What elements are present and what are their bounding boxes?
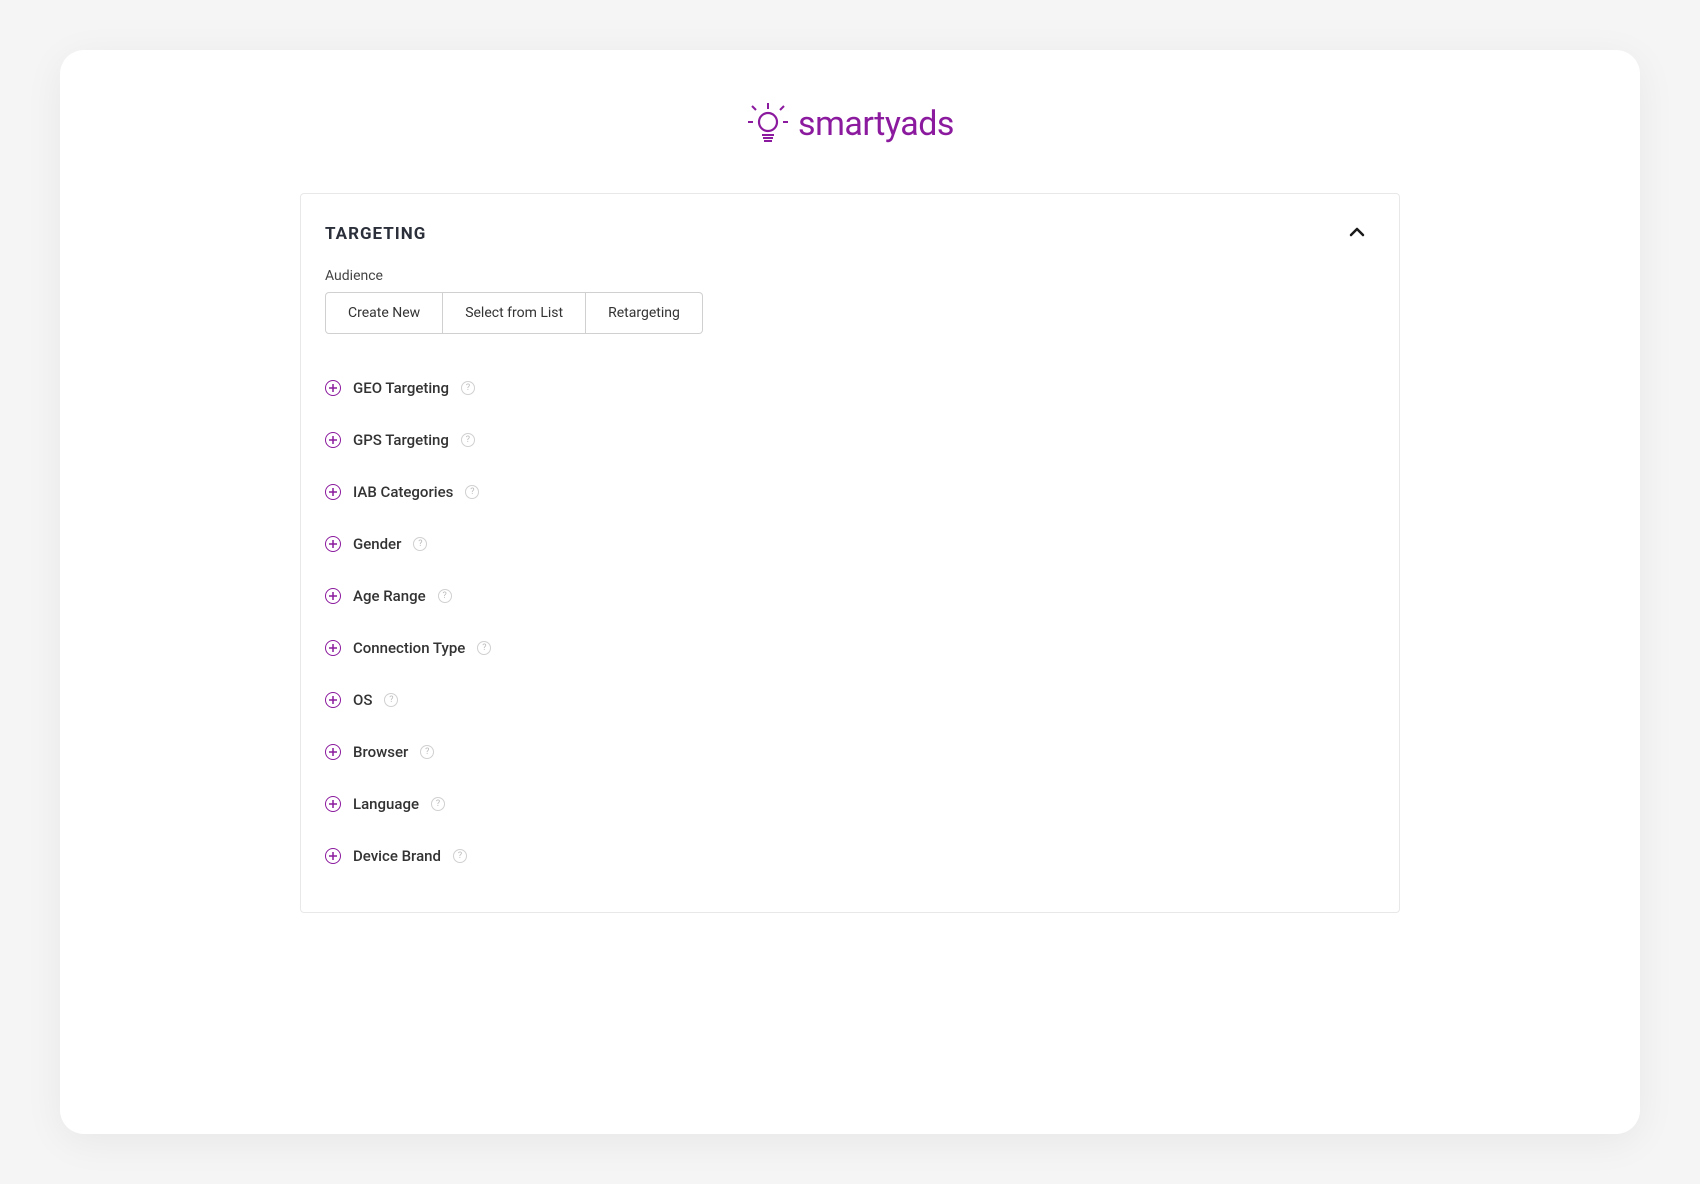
help-icon[interactable] <box>413 537 427 551</box>
help-icon[interactable] <box>420 745 434 759</box>
logo: smartyads <box>746 100 954 148</box>
plus-circle-icon <box>325 432 341 448</box>
help-icon[interactable] <box>461 433 475 447</box>
targeting-item-iab[interactable]: IAB Categories <box>325 466 1375 518</box>
plus-circle-icon <box>325 380 341 396</box>
targeting-label: Browser <box>353 743 408 761</box>
targeting-label: Device Brand <box>353 847 441 865</box>
targeting-item-geo[interactable]: GEO Targeting <box>325 362 1375 414</box>
targeting-item-connection[interactable]: Connection Type <box>325 622 1375 674</box>
targeting-item-os[interactable]: OS <box>325 674 1375 726</box>
help-icon[interactable] <box>431 797 445 811</box>
targeting-label: Age Range <box>353 587 426 605</box>
audience-label: Audience <box>325 268 1375 284</box>
targeting-label: Connection Type <box>353 639 465 657</box>
targeting-label: Language <box>353 795 419 813</box>
targeting-label: GPS Targeting <box>353 431 449 449</box>
plus-circle-icon <box>325 692 341 708</box>
plus-circle-icon <box>325 640 341 656</box>
targeting-label: GEO Targeting <box>353 379 449 397</box>
help-icon[interactable] <box>461 381 475 395</box>
help-icon[interactable] <box>477 641 491 655</box>
plus-circle-icon <box>325 848 341 864</box>
plus-circle-icon <box>325 484 341 500</box>
create-new-button[interactable]: Create New <box>325 292 443 334</box>
plus-circle-icon <box>325 588 341 604</box>
retargeting-button[interactable]: Retargeting <box>586 292 703 334</box>
targeting-list: GEO Targeting GPS Targeting IAB Categori… <box>325 362 1375 882</box>
panel-title: TARGETING <box>325 224 426 244</box>
targeting-panel: TARGETING Audience Create New Select fro… <box>300 193 1400 913</box>
logo-text: smartyads <box>798 104 954 144</box>
help-icon[interactable] <box>384 693 398 707</box>
targeting-label: IAB Categories <box>353 483 453 501</box>
logo-container: smartyads <box>60 100 1640 148</box>
targeting-item-gender[interactable]: Gender <box>325 518 1375 570</box>
targeting-item-age[interactable]: Age Range <box>325 570 1375 622</box>
audience-button-group: Create New Select from List Retargeting <box>325 292 1375 334</box>
help-icon[interactable] <box>438 589 452 603</box>
lightbulb-icon <box>746 100 790 148</box>
targeting-label: Gender <box>353 535 401 553</box>
plus-circle-icon <box>325 796 341 812</box>
plus-circle-icon <box>325 744 341 760</box>
targeting-item-gps[interactable]: GPS Targeting <box>325 414 1375 466</box>
targeting-label: OS <box>353 691 372 709</box>
targeting-item-device[interactable]: Device Brand <box>325 830 1375 882</box>
targeting-item-language[interactable]: Language <box>325 778 1375 830</box>
plus-circle-icon <box>325 536 341 552</box>
select-from-list-button[interactable]: Select from List <box>443 292 586 334</box>
help-icon[interactable] <box>453 849 467 863</box>
panel-header: TARGETING <box>325 222 1375 246</box>
main-card: smartyads TARGETING Audience Create New … <box>60 50 1640 1134</box>
chevron-up-icon[interactable] <box>1347 222 1367 246</box>
targeting-item-browser[interactable]: Browser <box>325 726 1375 778</box>
help-icon[interactable] <box>465 485 479 499</box>
